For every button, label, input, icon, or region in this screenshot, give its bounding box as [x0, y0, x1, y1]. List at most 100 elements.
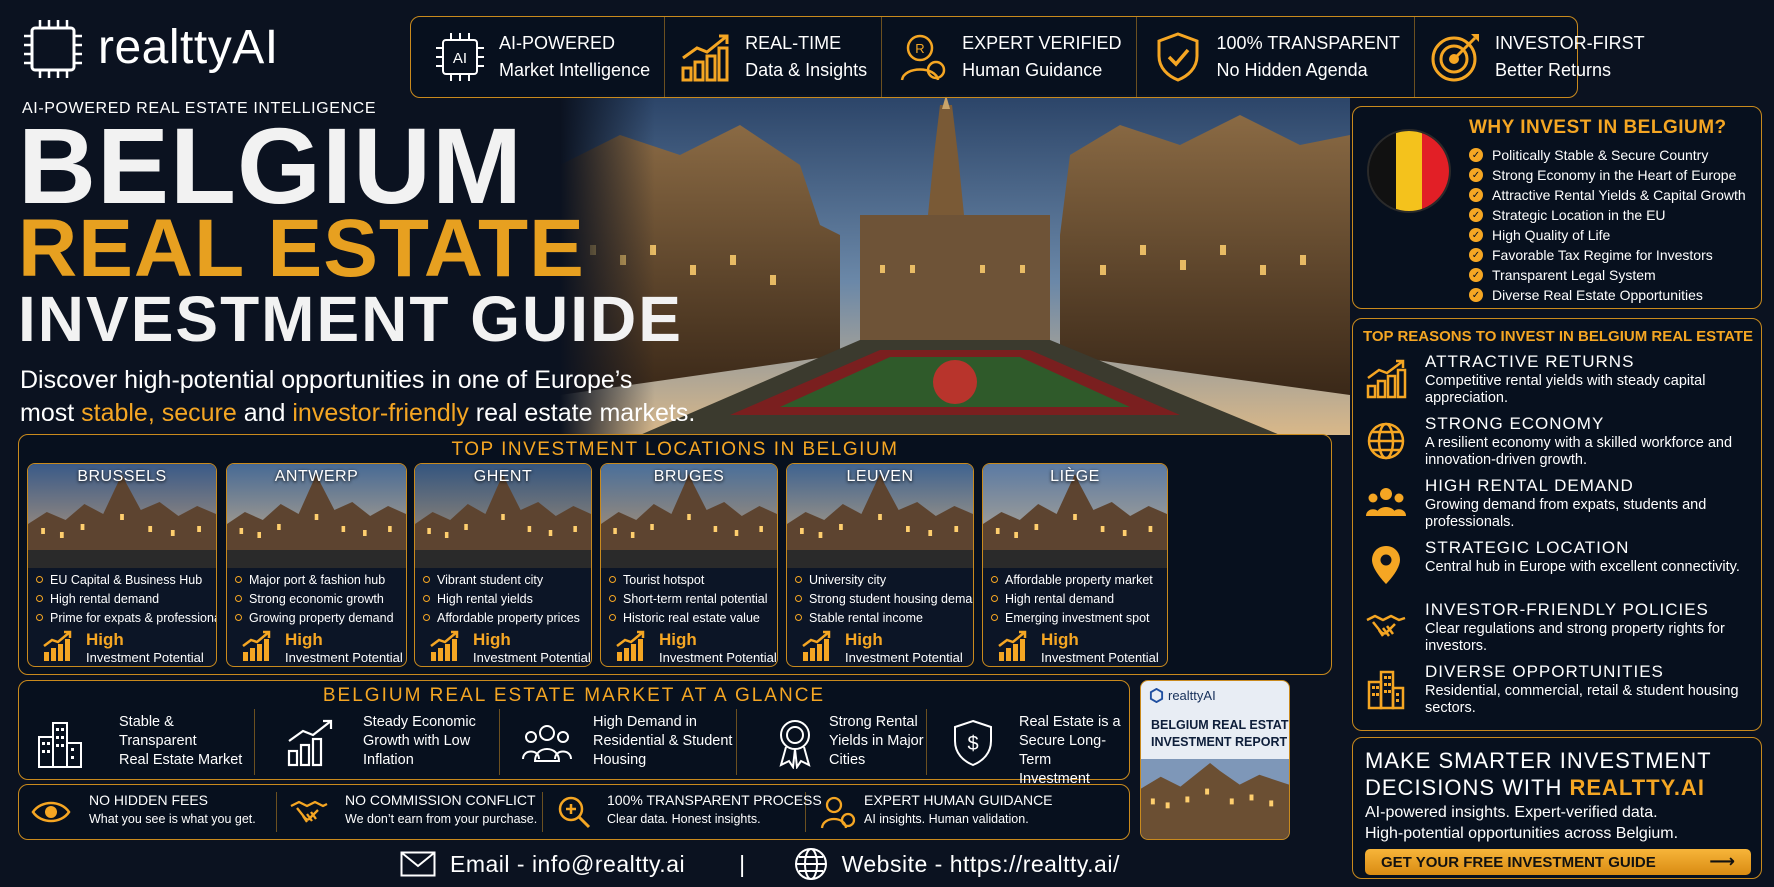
- investment-report-cover[interactable]: realttyAI BELGIUM REAL ESTATE INVESTMENT …: [1140, 680, 1290, 840]
- trust-transparent-process: 100% TRANSPARENT PROCESS Clear data. Hon…: [543, 792, 822, 832]
- list-item: High rental demand: [991, 589, 1153, 608]
- list-item: ✓ High Quality of Life: [1469, 225, 1746, 245]
- reason-description: Clear regulations and strong property ri…: [1425, 621, 1725, 655]
- shield-dollar-icon: $: [947, 717, 999, 769]
- glance-text: Steady Economic Growth with Low Inflation: [363, 714, 476, 769]
- cta-panel: MAKE SMARTER INVESTMENT DECISIONS WITH R…: [1352, 737, 1762, 879]
- bullet-icon: [795, 595, 802, 602]
- trust-description: What you see is what you get.: [89, 812, 256, 826]
- growth-chart-icon: [679, 30, 733, 84]
- bullet-icon: [991, 595, 998, 602]
- globe-icon: [794, 847, 828, 881]
- location-card-bruges[interactable]: BRUGES Tourist hotspot Short-term rental p…: [600, 463, 778, 667]
- reason-attractive-returns: ATTRACTIVE RETURNS Competitive rental yi…: [1363, 352, 1758, 412]
- check-icon: ✓: [1469, 248, 1483, 262]
- feature-title: AI-POWERED: [499, 33, 616, 53]
- why-title: WHY INVEST IN BELGIUM?: [1469, 117, 1727, 138]
- location-name: ANTWERP: [274, 468, 359, 485]
- list-item: ✓ Attractive Rental Yields & Capital Grow…: [1469, 185, 1746, 205]
- headline-subtitle: Discover high-potential opportunities in…: [20, 366, 696, 427]
- mail-icon: [400, 851, 436, 877]
- location-card-antwerp[interactable]: ANTWERP Major port & fashion hub Strong ec…: [226, 463, 407, 667]
- list-item: Historic real estate value: [609, 608, 768, 627]
- trust-description: Clear data. Honest insights.: [607, 812, 761, 826]
- feature-real-time: REAL-TIME Data & Insights: [665, 17, 883, 97]
- bullet-icon: [36, 614, 43, 621]
- location-points: Affordable property market High rental de…: [991, 570, 1153, 627]
- glance-text: Real Estate is a Secure Long-Term Investme…: [1019, 714, 1121, 788]
- location-points: Vibrant student city High rental yields Af…: [423, 570, 580, 627]
- feature-title: REAL-TIME: [745, 33, 842, 53]
- buildings-icon: [1365, 668, 1407, 710]
- location-card-brussels[interactable]: BRUSSELS EU Capital & Business Hub High re…: [27, 463, 217, 667]
- location-card-ghent[interactable]: GHENT Vibrant student city High rental yie…: [414, 463, 592, 667]
- top-reasons-panel: TOP REASONS TO INVEST IN BELGIUM REAL ES…: [1352, 318, 1762, 731]
- bullet-icon: [991, 614, 998, 621]
- expert-badge-icon: R: [896, 30, 950, 84]
- list-item: Strong student housing demand: [795, 589, 973, 608]
- brand-logo[interactable]: realttyAI AI-POWERED REAL ESTATE INTELLI…: [18, 12, 378, 117]
- location-card-lige[interactable]: LIÈGE Affordable property market High rent…: [982, 463, 1168, 667]
- check-icon: ✓: [1469, 268, 1483, 282]
- cta-headline-line1: MAKE SMARTER INVESTMENT: [1365, 748, 1712, 773]
- reason-description: Residential, commercial, retail & studen…: [1425, 683, 1739, 717]
- growth-chart-icon: [42, 630, 74, 662]
- list-item: High rental demand: [36, 589, 216, 608]
- handshake-icon: [1365, 606, 1407, 648]
- potential-level: High: [845, 630, 883, 649]
- glance-item-high-demand: High Demand in Residential & Student Housi…: [503, 709, 737, 775]
- growth-chart-icon: [615, 630, 647, 662]
- list-item: Short-term rental potential: [609, 589, 768, 608]
- reason-title: STRATEGIC LOCATION: [1425, 538, 1630, 557]
- list-item: Affordable property market: [991, 570, 1153, 589]
- glance-item-economic-growth: Steady Economic Growth with Low Inflation: [275, 709, 500, 775]
- location-name: BRUSSELS: [77, 468, 167, 485]
- location-points: Tourist hotspot Short-term rental potenti…: [609, 570, 768, 627]
- reason-high-rental-demand: HIGH RENTAL DEMAND Growing demand from e…: [1363, 476, 1758, 536]
- trust-title: EXPERT HUMAN GUIDANCE: [864, 792, 1053, 808]
- potential-label: Investment Potential: [285, 650, 403, 665]
- handshake-icon: [289, 794, 329, 830]
- trust-row: NO HIDDEN FEES What you see is what you …: [18, 784, 1130, 840]
- magnifier-plus-icon: [555, 794, 595, 830]
- bullet-icon: [423, 576, 430, 583]
- growth-chart-icon: [429, 630, 461, 662]
- potential-label: Investment Potential: [845, 650, 963, 665]
- location-card-leuven[interactable]: LEUVEN University city Strong student hous…: [786, 463, 974, 667]
- potential-label: Investment Potential: [473, 650, 591, 665]
- check-icon: ✓: [1469, 148, 1483, 162]
- bullet-icon: [609, 614, 616, 621]
- location-name: LIÈGE: [1050, 468, 1100, 485]
- footer-contact: Email - info@realtty.ai | Website - http…: [400, 846, 1220, 882]
- potential-label: Investment Potential: [86, 650, 204, 665]
- location-points: Major port & fashion hub Strong economic …: [235, 570, 394, 627]
- feature-subtitle: Market Intelligence: [499, 60, 651, 80]
- list-item: ✓ Strategic Location in the EU: [1469, 205, 1746, 225]
- location-name: GHENT: [473, 468, 533, 485]
- reason-strong-economy: STRONG ECONOMY A resilient economy with …: [1363, 414, 1758, 474]
- bullet-icon: [36, 595, 43, 602]
- list-item: Vibrant student city: [423, 570, 580, 589]
- trust-no-hidden-fees: NO HIDDEN FEES What you see is what you …: [19, 792, 277, 832]
- potential-level: High: [659, 630, 697, 649]
- list-item: Stable rental income: [795, 608, 973, 627]
- get-free-guide-button[interactable]: GET YOUR FREE INVESTMENT GUIDE ⟶: [1365, 849, 1751, 875]
- potential-label: Investment Potential: [659, 650, 777, 665]
- button-label: GET YOUR FREE INVESTMENT GUIDE: [1381, 853, 1656, 871]
- potential-label: Investment Potential: [1041, 650, 1159, 665]
- list-item: ✓ Favorable Tax Regime for Investors: [1469, 245, 1746, 265]
- feature-title: INVESTOR-FIRST: [1494, 33, 1645, 53]
- list-item: Emerging investment spot: [991, 608, 1153, 627]
- footer-email-link[interactable]: Email - info@realtty.ai: [450, 851, 685, 878]
- footer-website-link[interactable]: Website - https://realtty.ai/: [842, 851, 1120, 878]
- report-brand: realttyAI: [1149, 688, 1216, 703]
- location-name: LEUVEN: [846, 468, 914, 485]
- cta-headline-line2: DECISIONS WITH REALTTY.AI: [1365, 775, 1705, 800]
- reason-description: Competitive rental yields with steady ca…: [1425, 373, 1706, 407]
- ai-chip-icon: AI: [433, 30, 487, 84]
- list-item: ✓ Politically Stable & Secure Country: [1469, 145, 1746, 165]
- reason-title: HIGH RENTAL DEMAND: [1425, 476, 1634, 495]
- reason-title: ATTRACTIVE RETURNS: [1425, 352, 1635, 371]
- top-locations-panel: TOP INVESTMENT LOCATIONS IN BELGIUM BRUS…: [18, 434, 1332, 675]
- glance-title: BELGIUM REAL ESTATE MARKET AT A GLANCE: [322, 685, 826, 706]
